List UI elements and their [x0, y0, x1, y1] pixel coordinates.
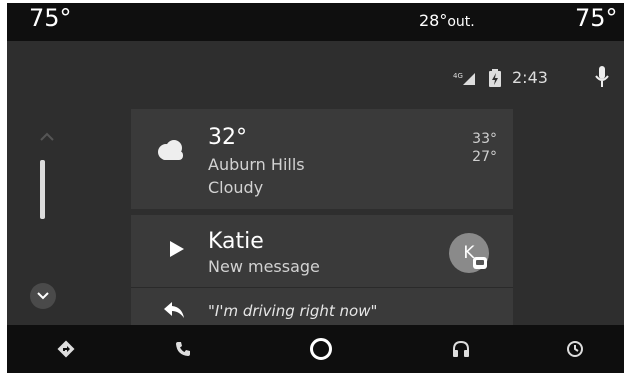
outside-temp-value: 28° — [419, 11, 448, 30]
weather-low: 27° — [472, 149, 497, 165]
chevron-down-icon — [37, 292, 49, 300]
passenger-temp[interactable]: 75° — [575, 4, 618, 32]
scrollbar[interactable] — [40, 160, 45, 219]
message-card[interactable]: Katie New message K "I'm driving right n… — [131, 215, 513, 325]
weather-temperature: 32° — [208, 125, 247, 150]
weather-card[interactable]: 32° Auburn Hills Cloudy 33° 27° — [131, 109, 513, 209]
exit-icon[interactable] — [562, 325, 588, 373]
scroll-down-button[interactable] — [30, 283, 56, 309]
navigation-icon[interactable] — [53, 325, 79, 373]
climate-bar: 75° 28°out. 75° — [7, 3, 624, 41]
reply-icon[interactable] — [163, 301, 185, 319]
battery-icon — [489, 69, 501, 87]
driver-temp[interactable]: 75° — [29, 4, 72, 32]
divider — [131, 287, 513, 288]
network-label: 4G — [453, 72, 463, 80]
audio-icon[interactable] — [448, 325, 474, 373]
phone-icon[interactable] — [170, 325, 196, 373]
message-sender: Katie — [208, 229, 264, 254]
scroll-up-icon[interactable] — [40, 132, 54, 142]
weather-high: 33° — [472, 131, 497, 147]
outside-temp: 28°out. — [419, 11, 475, 30]
outside-temp-unit: out. — [447, 14, 475, 30]
android-auto-screen: 75° 28°out. 75° 4G 2:43 32° Auburn Hills… — [7, 3, 624, 373]
reply-text[interactable]: "I'm driving right now" — [208, 302, 377, 320]
home-icon[interactable] — [308, 325, 334, 373]
message-badge-icon — [473, 257, 487, 269]
play-icon[interactable] — [169, 240, 185, 258]
weather-condition: Cloudy — [208, 178, 264, 197]
bottom-nav — [7, 325, 624, 373]
microphone-icon[interactable] — [594, 66, 610, 88]
signal-icon: 4G — [453, 72, 475, 85]
clock: 2:43 — [512, 68, 548, 87]
weather-location: Auburn Hills — [208, 155, 305, 174]
cloud-icon — [158, 140, 183, 160]
message-subtitle: New message — [208, 257, 320, 276]
